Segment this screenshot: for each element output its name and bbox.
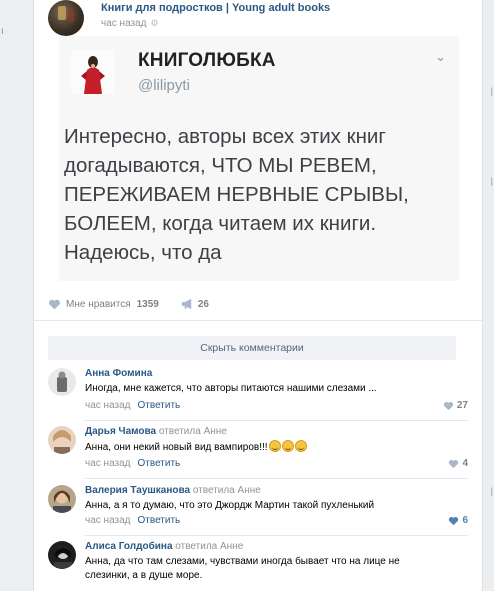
right-edge: | | | (484, 0, 494, 591)
comment-item: Алиса Голдобина ответила Анне Анна, да ч… (48, 541, 468, 591)
hide-comments-button[interactable]: Скрыть комментарии (48, 336, 456, 360)
post-actions: Мне нравится 1359 26 (48, 296, 209, 312)
post-time-row: час назад ⚙ (101, 18, 159, 29)
comment-time[interactable]: час назад (85, 458, 131, 469)
quote-avatar (71, 50, 115, 94)
group-avatar[interactable] (48, 0, 84, 36)
comment-divider (85, 478, 468, 479)
quote-author-handle: @lilipyti (138, 77, 190, 94)
comment-author[interactable]: Анна Фомина (85, 368, 152, 379)
page: ı Книги для подростков | Young adult boo… (0, 0, 494, 591)
heart-icon (449, 459, 459, 468)
comment-text: Анна, а я то думаю, что это Джордж Марти… (85, 500, 375, 511)
gear-icon[interactable]: ⚙ (151, 18, 159, 29)
share-count[interactable]: 26 (198, 299, 209, 310)
comment-author[interactable]: Валерия Таушканова (85, 485, 190, 496)
comment-time[interactable]: час назад (85, 515, 131, 526)
post-image[interactable]: КНИГОЛЮБКА @lilipyti ⌄ Интересно, авторы… (59, 36, 459, 281)
comment-text-content: Анна, они некий новый вид вампиров!!! (85, 442, 268, 453)
comment-meta: час назад Ответить (85, 458, 180, 469)
comment-time[interactable]: час назад (85, 400, 131, 411)
reply-button[interactable]: Ответить (138, 515, 181, 526)
comment-meta: час назад Ответить (85, 515, 180, 526)
comment-like-button[interactable]: 6 (448, 515, 468, 526)
right-edge-mark: | (490, 486, 493, 496)
avatar[interactable] (48, 485, 76, 513)
like-button-label[interactable]: Мне нравится (66, 299, 131, 310)
post-divider (34, 320, 484, 321)
comment-text: Анна, да что там слезами, чувствами иног… (85, 556, 400, 581)
heart-icon (443, 401, 454, 410)
comment-author[interactable]: Дарья Чамова (85, 426, 156, 437)
quote-author-name: КНИГОЛЮБКА (138, 50, 276, 71)
comment-item: Валерия Таушканова ответила Анне Анна, а… (48, 485, 468, 536)
comment-reply-to: ответила Анне (192, 485, 261, 496)
grin-emoji-icon (294, 440, 307, 452)
comment-like-count: 6 (462, 515, 468, 526)
quote-text: Интересно, авторы всех этих книг догадыв… (64, 125, 409, 264)
comment-text: Анна, они некий новый вид вампиров!!! (85, 440, 445, 455)
right-edge-mark: | (490, 176, 493, 186)
comment-item: Анна Фомина Иногда, мне кажется, что авт… (48, 368, 468, 421)
comment-divider (85, 420, 468, 421)
right-edge-mark: | (490, 86, 493, 96)
comment-meta: час назад Ответить (85, 400, 180, 411)
comment-like-count: 4 (462, 458, 468, 469)
megaphone-icon[interactable] (181, 298, 194, 310)
post-time[interactable]: час назад (101, 18, 147, 29)
like-count[interactable]: 1359 (137, 299, 159, 310)
comment-text: Иногда, мне кажется, что авторы питаются… (85, 383, 377, 394)
reply-button[interactable]: Ответить (138, 400, 181, 411)
post-card: Книги для подростков | Young adult books… (33, 0, 484, 591)
comment-like-count: 27 (456, 400, 468, 411)
left-sidebar-glyph: ı (1, 26, 4, 37)
comment-like-button[interactable]: 4 (448, 458, 468, 469)
comment-header: Валерия Таушканова ответила Анне (85, 485, 261, 496)
avatar[interactable] (48, 368, 76, 396)
comment-header: Анна Фомина (85, 368, 152, 379)
comment-item: Дарья Чамова ответила Анне Анна, они нек… (48, 426, 468, 479)
comment-divider (85, 535, 468, 536)
post-header: Книги для подростков | Young adult books… (48, 0, 468, 36)
chevron-down-icon: ⌄ (435, 49, 446, 64)
reply-button[interactable]: Ответить (138, 458, 181, 469)
comment-header: Дарья Чамова ответила Анне (85, 426, 227, 437)
avatar[interactable] (48, 426, 76, 454)
group-name-link[interactable]: Книги для подростков | Young adult books (101, 2, 330, 14)
heart-icon (449, 516, 459, 525)
avatar[interactable] (48, 541, 76, 569)
comment-reply-to: ответила Анне (158, 426, 227, 437)
comment-reply-to: ответила Анне (175, 541, 244, 552)
comment-author[interactable]: Алиса Голдобина (85, 541, 173, 552)
left-sidebar-edge: ı (0, 0, 12, 591)
grin-emoji-icon (281, 440, 294, 452)
grin-emoji-icon (268, 440, 281, 452)
comment-like-button[interactable]: 27 (443, 400, 468, 411)
comment-header: Алиса Голдобина ответила Анне (85, 541, 243, 552)
heart-icon[interactable] (48, 298, 61, 311)
